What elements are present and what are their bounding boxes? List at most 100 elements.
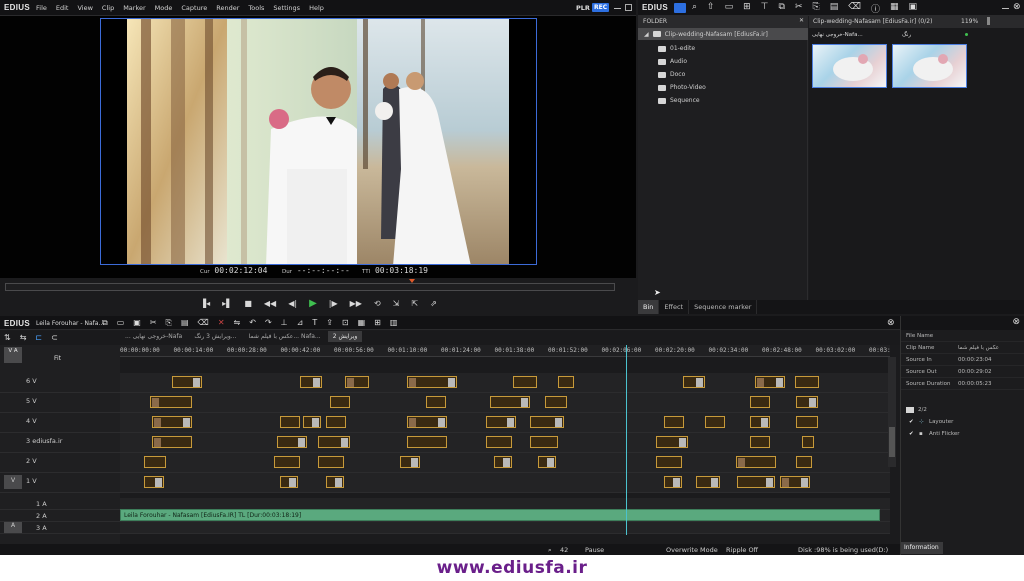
timeline-clip[interactable]: [326, 416, 346, 428]
undo-icon[interactable]: ↶: [249, 318, 256, 328]
overwrite-icon[interactable]: ⇱: [411, 299, 418, 308]
play-icon[interactable]: ▶: [309, 298, 317, 309]
bin-window-icon[interactable]: ▣: [908, 2, 917, 15]
remove-icon[interactable]: ✕: [218, 318, 225, 328]
copy-icon[interactable]: ⎘: [812, 2, 819, 15]
timeline-clip[interactable]: [796, 416, 818, 428]
timeline-clip[interactable]: [490, 396, 530, 408]
timeline-clip[interactable]: [152, 416, 192, 428]
timeline-clip[interactable]: [696, 476, 720, 488]
track-lane-5v[interactable]: [120, 393, 890, 413]
timeline-clip[interactable]: [796, 456, 812, 468]
folder-close-icon[interactable]: ✕: [799, 17, 804, 24]
track-header-5v[interactable]: 5 V: [0, 393, 120, 413]
link-icon[interactable]: ⊂: [51, 333, 58, 342]
copy-icon[interactable]: ⎘: [166, 318, 172, 328]
track-lane-3v[interactable]: [120, 433, 890, 453]
timeline-clip[interactable]: [538, 456, 556, 468]
timeline-clip[interactable]: [144, 476, 164, 488]
ripple-mode[interactable]: Ripple Off: [726, 546, 758, 554]
track-lane-4v[interactable]: [120, 413, 890, 433]
grid-icon[interactable]: ▦: [358, 318, 366, 328]
timeline-clip[interactable]: [407, 376, 457, 388]
scrub-marker-icon[interactable]: [409, 279, 415, 283]
minimize-icon[interactable]: [614, 8, 621, 9]
export-icon[interactable]: ⇪: [326, 318, 333, 328]
sync-icon[interactable]: ⇆: [20, 333, 27, 342]
sequence-icon[interactable]: ⧉: [102, 318, 108, 328]
timeline-clip[interactable]: [274, 456, 300, 468]
timeline-clip[interactable]: [513, 376, 537, 388]
timeline-clip[interactable]: [795, 376, 819, 388]
folder-root[interactable]: ◢ Clip-wedding-Nafasam [EdiusFa.ir]: [638, 28, 808, 40]
timeline-clip[interactable]: [345, 376, 369, 388]
timeline-clip[interactable]: [545, 396, 567, 408]
timeline-clip[interactable]: [152, 436, 192, 448]
menu-settings[interactable]: Settings: [273, 4, 300, 12]
timeline-clip[interactable]: [280, 476, 298, 488]
menu-clip[interactable]: Clip: [102, 4, 114, 12]
timeline-clip[interactable]: [802, 436, 814, 448]
bin-zoom[interactable]: 119%: [961, 18, 978, 25]
track-lane-3a[interactable]: [120, 522, 890, 534]
timeline-clip[interactable]: [400, 456, 420, 468]
track-header-4v[interactable]: 4 V: [0, 413, 120, 433]
track-header-2v[interactable]: 2 V: [0, 453, 120, 473]
effect-item[interactable]: ✔ ⊹ Layouter: [901, 416, 1024, 428]
fast-forward-icon[interactable]: ▶▶: [350, 299, 362, 308]
timeline-clip[interactable]: [796, 396, 818, 408]
track-header-6v[interactable]: 6 V: [0, 373, 120, 393]
paste-icon[interactable]: ▤: [830, 2, 839, 15]
menu-mode[interactable]: Mode: [155, 4, 173, 12]
timeline-clip[interactable]: [755, 376, 785, 388]
player-scrubber[interactable]: [5, 279, 615, 291]
timeline-clip[interactable]: [530, 416, 564, 428]
rewind-icon[interactable]: ◀◀: [264, 299, 276, 308]
multicam-icon[interactable]: ⊞: [374, 318, 381, 328]
timeline-clip[interactable]: [494, 456, 512, 468]
timeline-clip[interactable]: [280, 416, 300, 428]
effect-item[interactable]: ✔ ▪ Anti Flicker: [901, 428, 1024, 440]
add-clip-icon[interactable]: ⊞: [743, 2, 751, 15]
timeline-clip[interactable]: [780, 476, 810, 488]
tab-information[interactable]: Information: [901, 542, 943, 554]
tab-sequence[interactable]: ویرایش 3 رنگ...: [189, 331, 241, 342]
menu-capture[interactable]: Capture: [181, 4, 207, 12]
expand-icon[interactable]: ◢: [644, 31, 649, 38]
layout-icon[interactable]: ▥: [390, 318, 398, 328]
insert-icon[interactable]: ⇲: [393, 299, 400, 308]
timeline-clip[interactable]: [736, 456, 776, 468]
bin-close-icon[interactable]: ⊗: [1013, 2, 1021, 12]
paste-icon[interactable]: ▤: [181, 318, 189, 328]
view-icon[interactable]: ▦: [890, 2, 899, 15]
set-in-icon[interactable]: ⊥: [281, 318, 288, 328]
folder-item[interactable]: 01-edite: [658, 42, 706, 55]
tab-sequence[interactable]: عکس با فیلم شما... Nafa...: [244, 331, 326, 342]
timeline-clip[interactable]: [407, 436, 447, 448]
properties-icon[interactable]: ⓘ: [871, 2, 880, 15]
v-patch[interactable]: V: [4, 475, 22, 489]
open-folder-icon[interactable]: ▭: [725, 2, 734, 15]
folder-item[interactable]: Audio: [658, 55, 706, 68]
cut-icon[interactable]: ✂: [150, 318, 157, 328]
fit-dropdown[interactable]: Fit: [54, 355, 61, 362]
up-folder-icon[interactable]: ⇧: [707, 2, 715, 15]
timeline-playhead[interactable]: [626, 345, 627, 535]
audio-clip[interactable]: Leila Forouhar - Nafasam [EdiusFa.IR] TL…: [120, 509, 880, 521]
bin-minimize-icon[interactable]: [1002, 8, 1009, 9]
track-mode-icon[interactable]: ⇅: [4, 333, 11, 342]
timeline-clip[interactable]: [656, 456, 682, 468]
redo-icon[interactable]: ↷: [265, 318, 272, 328]
timeline-clip[interactable]: [326, 476, 344, 488]
new-icon[interactable]: ▭: [117, 318, 125, 328]
timeline-clip[interactable]: [486, 436, 512, 448]
timeline-clip[interactable]: [656, 436, 688, 448]
timeline-clip[interactable]: [737, 476, 775, 488]
folder-item[interactable]: Doco: [658, 68, 706, 81]
track-header-1v[interactable]: V 1 V: [0, 473, 120, 493]
timeline-clip[interactable]: [705, 416, 725, 428]
cut-icon[interactable]: ✂: [795, 2, 803, 15]
timeline-clip[interactable]: [318, 456, 344, 468]
render-icon[interactable]: ⊡: [342, 318, 349, 328]
timeline-close-icon[interactable]: ⊗: [887, 318, 895, 328]
